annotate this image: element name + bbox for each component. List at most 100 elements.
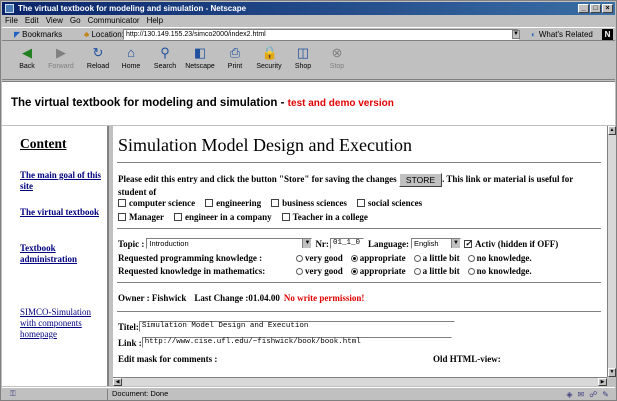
checkbox[interactable] [281,213,290,221]
sidebar-link-main-goal[interactable]: The main goal of this site [20,170,104,192]
math-knowledge-label: Requested knowledge in mathematics: [118,266,266,276]
audience-option[interactable]: social sciences [356,198,422,208]
sidebar-link-virtual-textbook[interactable]: The virtual textbook [20,207,104,218]
close-button[interactable]: × [602,4,613,13]
active-checkbox[interactable]: ✓ [463,239,472,248]
minimize-button[interactable]: _ [578,4,589,13]
menu-help[interactable]: Help [147,15,163,26]
checkbox[interactable] [174,213,182,221]
math-option-very-good[interactable]: very good [296,266,343,276]
link-input[interactable]: http://www.cise.ufl.edu/~fishwick/book/b… [141,337,452,348]
audience-option[interactable]: engineering [205,198,261,208]
netscape-app-icon [5,4,14,13]
vertical-scrollbar[interactable]: ▲ ▼ [607,126,616,377]
back-button[interactable]: ◀ Back [10,45,44,70]
horizontal-scrollbar[interactable]: ◀ ▶ [113,377,607,386]
radio-button[interactable] [413,267,421,275]
audience-option[interactable]: Teacher in a college [281,212,368,222]
menu-edit[interactable]: Edit [25,15,39,26]
bookmark-icon: ◤ [14,30,21,39]
edit-mask-label: Edit mask for comments : [118,354,218,364]
prog-option-no-knowledge[interactable]: no knowledge. [467,253,532,263]
printer-icon: ⎙ [229,45,241,60]
checkbox[interactable] [205,199,214,207]
old-html-view-label: Old HTML-view: [433,354,501,364]
radio-button-selected[interactable] [350,267,358,275]
divider [117,311,601,313]
main-frame: Simulation Model Design and Execution Pl… [113,126,607,377]
location-label: ♣ Location: [84,30,124,39]
scroll-down-icon[interactable]: ▼ [608,368,616,377]
radio-button-selected[interactable] [350,254,358,262]
language-select[interactable]: English ▼ [410,238,461,249]
mail-icon[interactable]: ✉ [577,389,584,401]
scroll-right-icon[interactable]: ▶ [598,378,607,386]
menu-go[interactable]: Go [70,15,81,26]
checkbox[interactable] [271,199,280,207]
audience-option[interactable]: business sciences [271,198,347,208]
radio-button[interactable] [467,267,475,275]
chevron-down-icon[interactable]: ▼ [450,239,460,248]
reload-icon: ↻ [92,45,104,60]
audience-option[interactable]: Manager [118,212,164,222]
discussion-icon[interactable]: ☍ [589,389,597,401]
component-bar: ◈ ✉ ☍ ✎ [566,389,609,401]
shop-button[interactable]: ◫ Shop [286,45,320,70]
netscape-icon: ◧ [193,45,207,60]
url-input[interactable]: http://130.149.155.23/simco2000/index2.h… [123,29,519,40]
menu-file[interactable]: File [5,15,18,26]
checkbox[interactable] [118,199,126,207]
checkbox[interactable] [356,199,365,207]
prog-option-appropriate[interactable]: appropriate [350,253,406,263]
forward-arrow-icon: ▶ [56,45,66,60]
math-option-little-bit[interactable]: a little bit [413,266,460,276]
store-button[interactable]: STORE [398,173,443,187]
stop-button[interactable]: ⊗ Stop [320,45,354,70]
reload-button[interactable]: ↻ Reload [81,45,115,70]
owner-row: Owner : Fishwick Last Change :01.04.00 N… [118,293,364,303]
netscape-logo[interactable]: N [602,29,613,40]
security-button[interactable]: 🔒 Security [252,45,286,70]
print-button[interactable]: ⎙ Print [218,45,252,70]
titel-input[interactable]: Simulation Model Design and Execution [138,321,455,332]
scroll-up-icon[interactable]: ▲ [608,126,616,135]
prog-option-very-good[interactable]: very good [296,253,343,263]
radio-button[interactable] [467,254,475,262]
scroll-left-icon[interactable]: ◀ [113,378,122,386]
sidebar-link-simco-homepage[interactable]: SIMCO-Simulation with components homepag… [20,307,104,340]
audience-option[interactable]: computer science [118,198,195,208]
forward-button[interactable]: ▶ Forward [44,45,78,70]
composer-icon[interactable]: ✎ [602,389,609,401]
instructions-text: Please edit this entry and click the but… [118,173,574,197]
math-option-no-knowledge[interactable]: no knowledge. [467,266,532,276]
sidebar-link-textbook-admin[interactable]: Textbook administration [20,243,104,265]
radio-button[interactable] [413,254,421,262]
url-dropdown-icon[interactable]: ▼ [512,30,520,39]
search-button[interactable]: ⚲ Search [148,45,182,70]
radio-button[interactable] [296,267,303,275]
bookmarks-button[interactable]: ◤ Bookmarks [14,30,62,39]
last-change-value: 01.04.00 [248,293,280,303]
last-change-label: Last Change : [194,293,249,303]
menu-view[interactable]: View [46,15,63,26]
link-label: Link : [118,337,142,348]
netscape-button[interactable]: ◧ Netscape [183,45,217,70]
prog-option-little-bit[interactable]: a little bit [413,253,460,263]
nr-input[interactable]: 01_1_0 [329,238,364,249]
whats-related-button[interactable]: ◐ What's Related [531,30,593,39]
topic-label: Topic : [118,238,145,249]
home-button[interactable]: ⌂ Home [114,45,148,70]
radio-button[interactable] [296,254,303,262]
audience-option[interactable]: engineer in a company [174,212,272,222]
programming-knowledge-label: Requested programming knowledge : [118,253,263,263]
status-security-icon[interactable]: ⚿ [10,388,16,400]
topic-row: Topic : Introduction ▼ Nr: 01_1_0 Languag… [118,238,558,249]
chevron-down-icon[interactable]: ▼ [302,239,312,248]
menu-communicator[interactable]: Communicator [88,15,140,26]
checkbox[interactable] [118,213,126,221]
math-option-appropriate[interactable]: appropriate [350,266,406,276]
topic-select[interactable]: Introduction ▼ [146,238,313,249]
navigator-icon[interactable]: ◈ [566,389,572,401]
owner-label: Owner : [118,293,150,303]
maximize-button[interactable]: □ [590,4,601,13]
